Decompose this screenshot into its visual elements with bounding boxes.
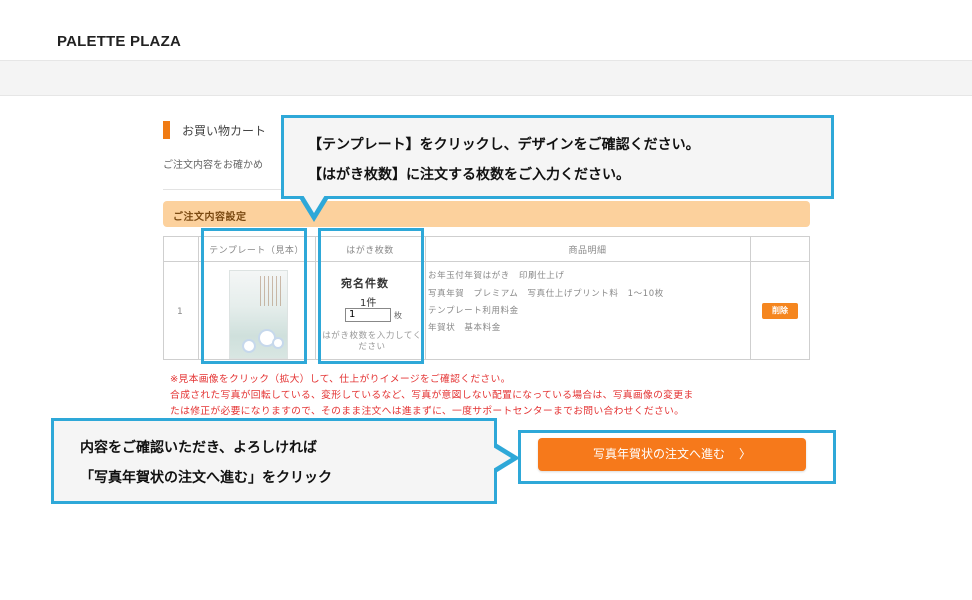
note-line: ※見本画像をクリック（拡大）して、仕上がりイメージをご確認ください。 [170,374,511,385]
product-detail-line: 写真年賀 プレミアム 写真仕上げプリント料 1～10枚 [428,289,664,299]
bottom-instruction-callout: 内容をご確認いただき、よろしければ 「写真年賀状の注文へ進む」をクリック [51,418,497,504]
site-logo[interactable]: PALETTE PLAZA [57,33,181,50]
proceed-highlight-box [518,430,836,484]
cart-title-text: お買い物カート [182,123,267,138]
product-detail-line: 年賀状 基本料金 [428,323,501,333]
note-line: 合成された写真が回転している、変形しているなど、写真が意図しない配置になっている… [170,390,694,401]
callout-pointer-fill [303,195,325,213]
notes: ※見本画像をクリック（拡大）して、仕上がりイメージをご確認ください。 合成された… [170,372,693,420]
callout-pointer-fill [493,447,511,469]
callout-line: 「写真年賀状の注文へ進む」をクリック [80,470,332,486]
sub-navigation-bar [0,60,972,96]
title-accent-bar [163,121,170,139]
order-section-title: ご注文内容設定 [173,212,247,223]
quantity-highlight-box [318,228,424,364]
confirm-instruction: ご注文内容をお確かめ [163,160,263,171]
product-detail-line: テンプレート利用料金 [428,306,519,316]
callout-line: 【テンプレート】をクリックし、デザインをご確認ください。 [308,137,700,153]
product-detail-line: お年玉付年賀はがき 印刷仕上げ [428,271,565,281]
cart-title: お買い物カート [163,121,266,139]
top-instruction-callout: 【テンプレート】をクリックし、デザインをご確認ください。 【はがき枚数】に注文す… [281,115,834,199]
column-divider [750,237,751,359]
header-product-details: 商品明細 [568,246,607,256]
callout-line: 【はがき枚数】に注文する枚数をご入力ください。 [308,167,630,183]
row-number: 1 [177,307,183,317]
template-highlight-box [201,228,307,364]
callout-line: 内容をご確認いただき、よろしければ [80,440,318,456]
order-section-header: ご注文内容設定 [163,201,810,227]
delete-button[interactable]: 削除 [762,303,798,319]
